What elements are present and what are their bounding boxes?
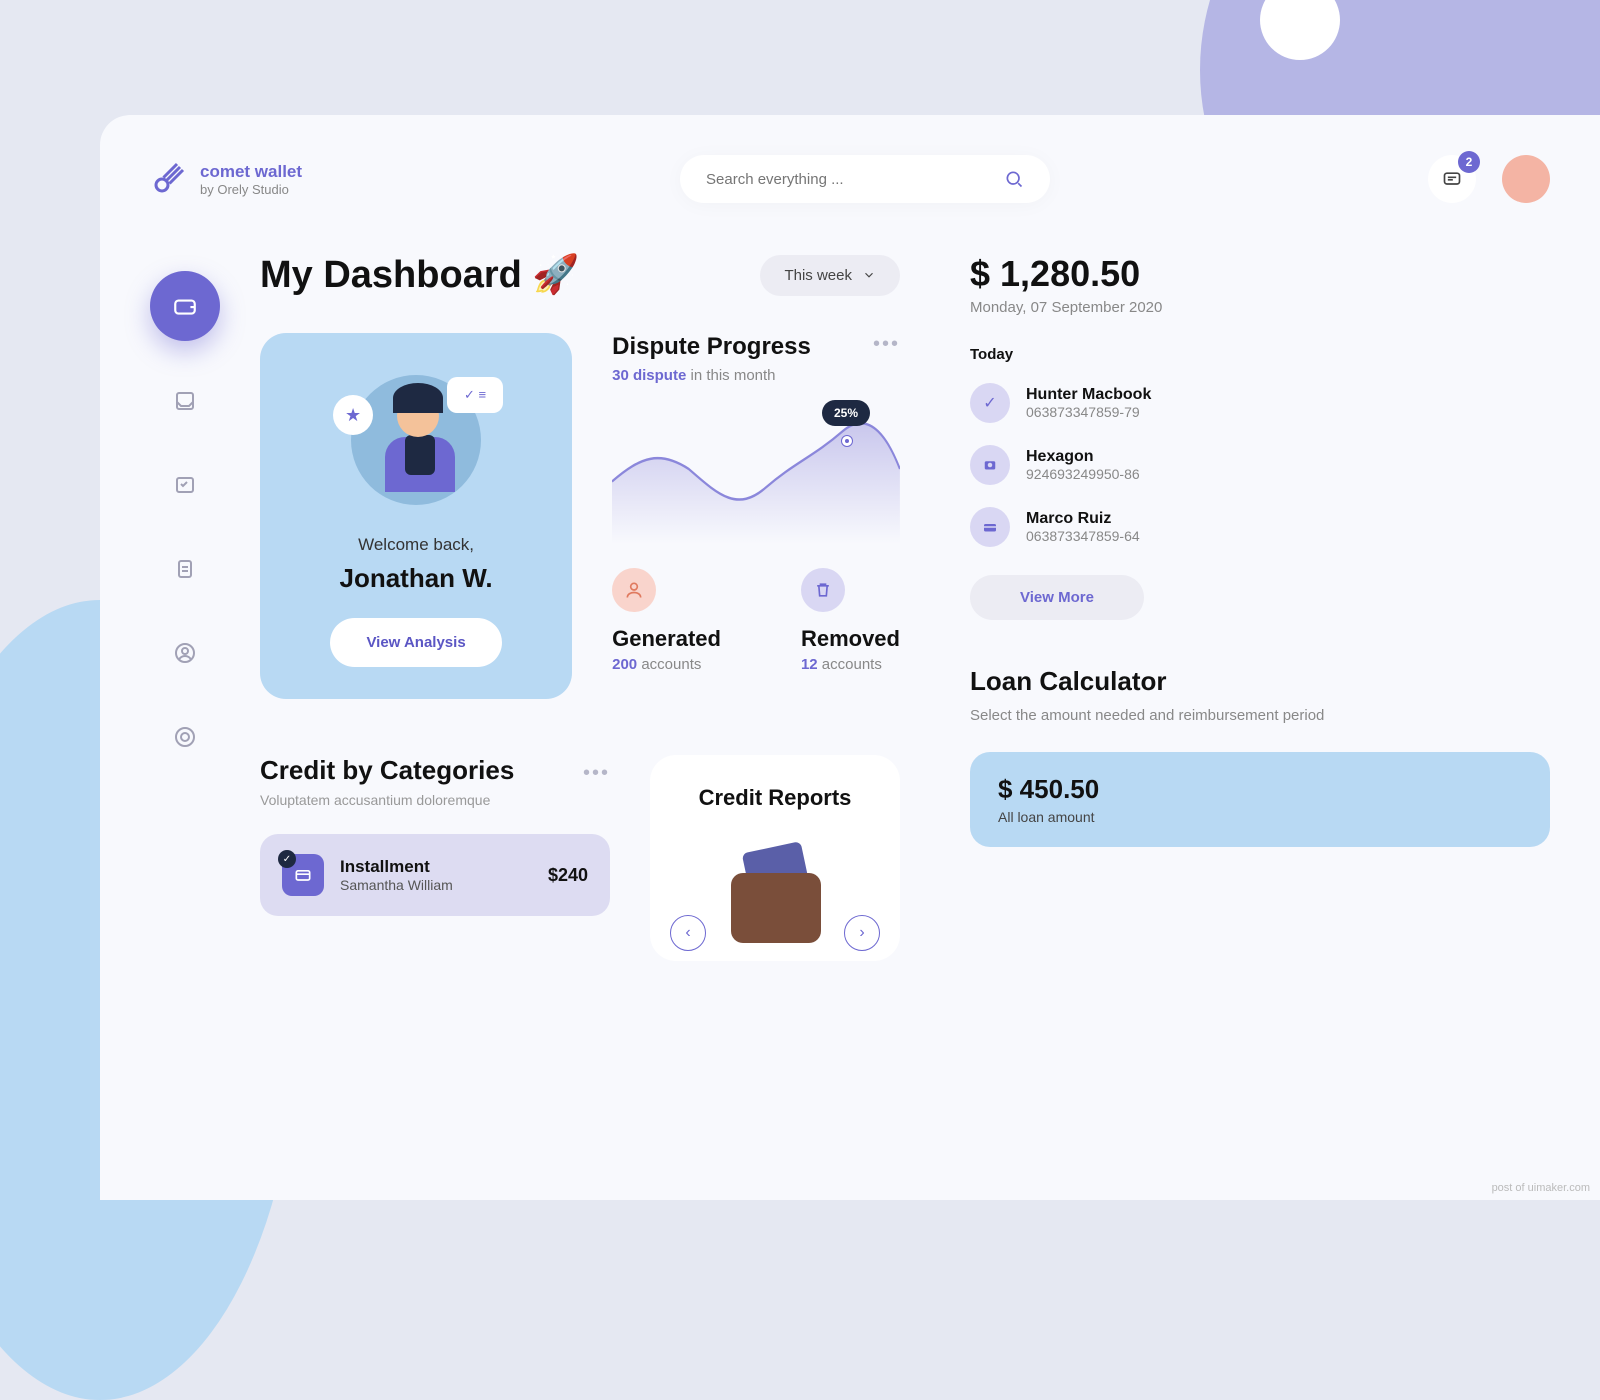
dispute-progress-card: Dispute Progress ••• 30 dispute in this … [612, 333, 900, 699]
more-menu[interactable]: ••• [873, 333, 900, 356]
check-bubble-icon: ✓ ≡ [447, 377, 503, 413]
category-item[interactable]: ✓ Installment Samantha William $240 [260, 834, 610, 916]
sidebar-item-inbox[interactable] [161, 377, 209, 425]
chart-peak-label: 25% [822, 400, 870, 426]
user-illustration: ★ ✓ ≡ [341, 365, 491, 515]
view-more-button[interactable]: View More [970, 575, 1144, 620]
category-amount: $240 [548, 865, 588, 886]
today-label: Today [970, 346, 1550, 363]
card-icon [970, 507, 1010, 547]
welcome-name: Jonathan W. [290, 563, 542, 594]
dispute-title: Dispute Progress [612, 333, 811, 361]
balance-date: Monday, 07 September 2020 [970, 299, 1550, 316]
check-card-icon: ✓ [970, 383, 1010, 423]
watermark: post of uimaker.com [1492, 1182, 1590, 1194]
user-icon [173, 641, 197, 665]
category-name: Installment [340, 857, 532, 877]
dispute-subtitle: 30 dispute in this month [612, 367, 900, 384]
dispute-chart: 25% [612, 394, 900, 544]
stat-removed: Removed 12 accounts [801, 568, 900, 673]
category-person: Samantha William [340, 877, 532, 893]
sidebar-item-clipboard[interactable] [161, 545, 209, 593]
sidebar-item-profile[interactable] [161, 629, 209, 677]
loan-label: All loan amount [998, 809, 1522, 825]
view-analysis-button[interactable]: View Analysis [330, 618, 501, 667]
chart-peak-dot [842, 436, 852, 446]
transaction-item[interactable]: Marco Ruiz063873347859-64 [970, 507, 1550, 547]
user-avatar[interactable] [1502, 155, 1550, 203]
clipboard-icon [173, 557, 197, 581]
categories-subtitle: Voluptatem accusantium doloremque [260, 792, 610, 808]
welcome-card: ★ ✓ ≡ Welcome back, Jonathan W. View Ana… [260, 333, 572, 699]
check-icon: ✓ [278, 850, 296, 868]
loan-subtitle: Select the amount needed and reimburseme… [970, 705, 1550, 728]
trash-icon [801, 568, 845, 612]
sidebar-item-tasks[interactable] [161, 461, 209, 509]
sidebar [150, 253, 220, 961]
credit-reports-card: Credit Reports ‹ › [650, 755, 900, 961]
page-title: My Dashboard 🚀 [260, 253, 580, 297]
credit-reports-title: Credit Reports [680, 785, 870, 811]
search-icon [1004, 169, 1024, 189]
categories-title: Credit by Categories [260, 755, 514, 786]
loan-amount-card[interactable]: $ 450.50 All loan amount [970, 752, 1550, 847]
period-selector[interactable]: This week [760, 255, 900, 296]
wallet-icon [172, 293, 198, 319]
wallet-illustration [695, 831, 855, 941]
card-icon: ✓ [282, 854, 324, 896]
search-input[interactable] [706, 171, 986, 188]
next-button[interactable]: › [844, 915, 880, 951]
categories-menu[interactable]: ••• [583, 762, 610, 785]
welcome-greeting: Welcome back, [290, 535, 542, 555]
stat-generated: Generated 200 accounts [612, 568, 721, 673]
comet-icon [150, 161, 186, 197]
message-icon [1442, 169, 1462, 189]
brand-name: comet wallet [200, 162, 302, 182]
checklist-icon [173, 473, 197, 497]
user-icon [612, 568, 656, 612]
sidebar-item-wallet[interactable] [150, 271, 220, 341]
chevron-down-icon [862, 268, 876, 282]
messages-button[interactable]: 2 [1428, 155, 1476, 203]
star-icon: ★ [333, 395, 373, 435]
notification-count: 2 [1458, 151, 1480, 173]
brand-byline: by Orely Studio [200, 182, 302, 197]
transaction-item[interactable]: Hexagon924693249950-86 [970, 445, 1550, 485]
sidebar-item-settings[interactable] [161, 713, 209, 761]
prev-button[interactable]: ‹ [670, 915, 706, 951]
brand-logo[interactable]: comet wallet by Orely Studio [150, 161, 302, 197]
balance-amount: $ 1,280.50 [970, 253, 1550, 295]
loan-amount: $ 450.50 [998, 774, 1522, 805]
loan-title: Loan Calculator [970, 666, 1550, 697]
inbox-icon [173, 389, 197, 413]
camera-icon [970, 445, 1010, 485]
search-bar[interactable] [680, 155, 1050, 203]
lifebuoy-icon [173, 725, 197, 749]
transaction-item[interactable]: ✓ Hunter Macbook063873347859-79 [970, 383, 1550, 423]
